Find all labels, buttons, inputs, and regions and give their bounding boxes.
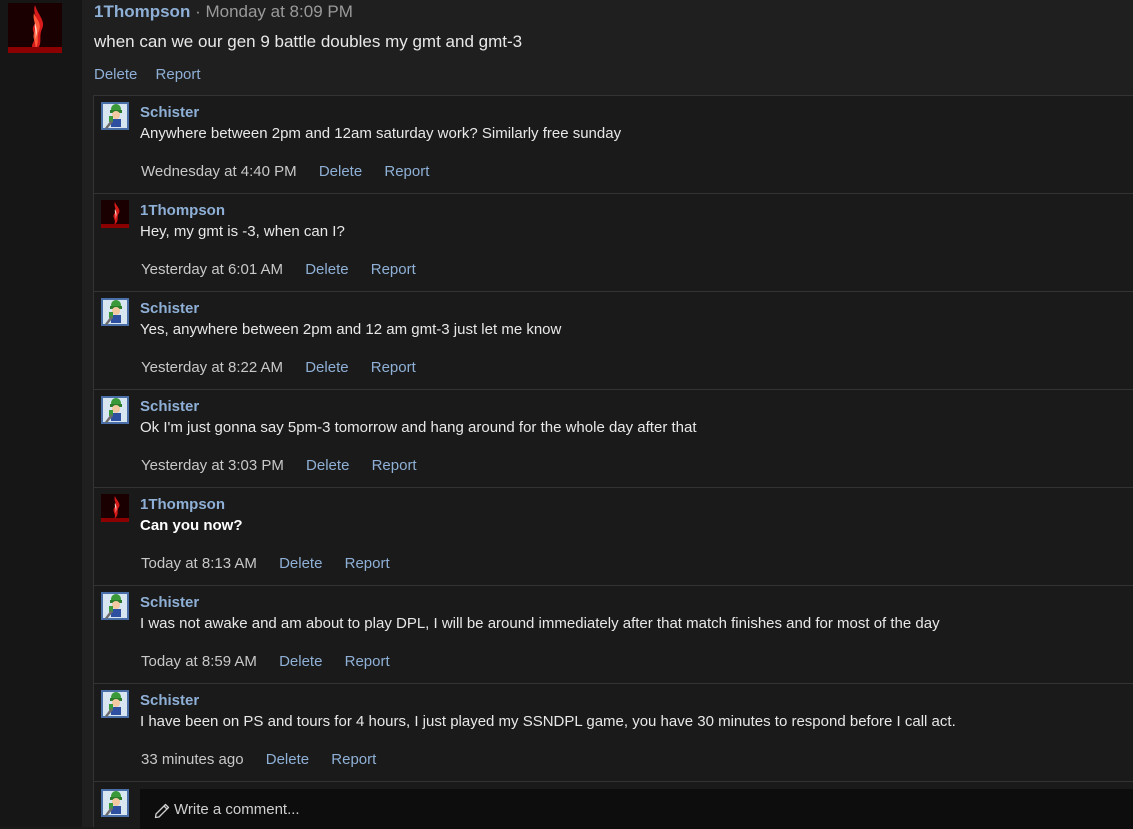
comment-report-link[interactable]: Report: [331, 751, 376, 768]
flame-avatar-icon: [8, 3, 62, 53]
comment-timestamp[interactable]: Wednesday at 4:40 PM: [141, 163, 297, 180]
comment-timestamp[interactable]: Today at 8:59 AM: [141, 653, 257, 670]
comment-meta: Yesterday at 8:22 AM Delete Report: [141, 359, 434, 376]
left-gutter: [0, 0, 82, 827]
comment-delete-link[interactable]: Delete: [319, 163, 362, 180]
comment-item: 1Thompson Hey, my gmt is -3, when can I?…: [94, 193, 1133, 291]
comment-avatar[interactable]: [101, 102, 129, 130]
comment-delete-link[interactable]: Delete: [305, 261, 348, 278]
comment-delete-link[interactable]: Delete: [305, 359, 348, 376]
comment-avatar[interactable]: [101, 690, 129, 718]
comment-list: Schister Anywhere between 2pm and 12am s…: [93, 95, 1133, 829]
comment-meta: Today at 8:13 AM Delete Report: [141, 555, 408, 572]
comment-text: I have been on PS and tours for 4 hours,…: [140, 713, 956, 730]
comment-avatar[interactable]: [101, 298, 129, 326]
comment-text: Ok I'm just gonna say 5pm-3 tomorrow and…: [140, 419, 697, 436]
comment-meta: Yesterday at 6:01 AM Delete Report: [141, 261, 434, 278]
comment-author[interactable]: Schister: [140, 398, 199, 415]
comment-item: Schister I was not awake and am about to…: [94, 585, 1133, 683]
comment-timestamp[interactable]: Yesterday at 3:03 PM: [141, 457, 284, 474]
comment-timestamp[interactable]: Yesterday at 8:22 AM: [141, 359, 283, 376]
comment-meta: Yesterday at 3:03 PM Delete Report: [141, 457, 435, 474]
comment-timestamp[interactable]: Yesterday at 6:01 AM: [141, 261, 283, 278]
comment-delete-link[interactable]: Delete: [306, 457, 349, 474]
post-delete-link[interactable]: Delete: [94, 66, 137, 83]
flame-avatar-icon: [101, 200, 129, 228]
comment-report-link[interactable]: Report: [345, 653, 390, 670]
comment-item: Schister Yes, anywhere between 2pm and 1…: [94, 291, 1133, 389]
post-timestamp[interactable]: Monday at 8:09 PM: [205, 2, 352, 21]
comment-text: Hey, my gmt is -3, when can I?: [140, 223, 345, 240]
post-report-link[interactable]: Report: [156, 66, 201, 83]
luigi-avatar-icon: [101, 592, 129, 620]
comment-delete-link[interactable]: Delete: [279, 653, 322, 670]
luigi-avatar-icon: [101, 298, 129, 326]
comment-author[interactable]: Schister: [140, 692, 199, 709]
comment-delete-link[interactable]: Delete: [279, 555, 322, 572]
comment-compose: [94, 781, 1133, 829]
post-actions: Delete Report: [94, 66, 215, 83]
flame-avatar-icon: [101, 494, 129, 522]
comment-text: Yes, anywhere between 2pm and 12 am gmt-…: [140, 321, 562, 338]
comment-item: Schister Anywhere between 2pm and 12am s…: [94, 95, 1133, 193]
comment-report-link[interactable]: Report: [384, 163, 429, 180]
luigi-avatar-icon: [101, 102, 129, 130]
comment-item: Schister Ok I'm just gonna say 5pm-3 tom…: [94, 389, 1133, 487]
comment-text: Can you now?: [140, 517, 243, 534]
comment-author[interactable]: 1Thompson: [140, 496, 225, 513]
comment-meta: 33 minutes ago Delete Report: [141, 751, 394, 768]
comment-text: Anywhere between 2pm and 12am saturday w…: [140, 125, 622, 142]
luigi-avatar-icon: [101, 789, 129, 817]
comment-item: Schister I have been on PS and tours for…: [94, 683, 1133, 781]
post-body: when can we our gen 9 battle doubles my …: [94, 32, 523, 51]
luigi-avatar-icon: [101, 690, 129, 718]
comment-author[interactable]: Schister: [140, 300, 199, 317]
post-author-name[interactable]: 1Thompson: [94, 2, 190, 21]
comment-report-link[interactable]: Report: [345, 555, 390, 572]
comment-avatar[interactable]: [101, 592, 129, 620]
pencil-icon: [154, 803, 170, 819]
post-header: 1Thompson · Monday at 8:09 PM: [94, 2, 353, 22]
comment-text: I was not awake and am about to play DPL…: [140, 615, 940, 632]
post-separator: ·: [190, 2, 206, 21]
comment-input[interactable]: [140, 789, 1133, 829]
comment-author[interactable]: Schister: [140, 104, 199, 121]
comment-meta: Wednesday at 4:40 PM Delete Report: [141, 163, 447, 180]
comment-report-link[interactable]: Report: [371, 359, 416, 376]
comment-meta: Today at 8:59 AM Delete Report: [141, 653, 408, 670]
comment-author[interactable]: 1Thompson: [140, 202, 225, 219]
author-avatar[interactable]: [8, 3, 62, 53]
comment-author[interactable]: Schister: [140, 594, 199, 611]
comment-avatar[interactable]: [101, 200, 129, 228]
comment-delete-link[interactable]: Delete: [266, 751, 309, 768]
comment-item: 1Thompson Can you now? Today at 8:13 AM …: [94, 487, 1133, 585]
comment-report-link[interactable]: Report: [371, 261, 416, 278]
comment-timestamp[interactable]: 33 minutes ago: [141, 751, 244, 768]
comment-report-link[interactable]: Report: [372, 457, 417, 474]
comment-avatar[interactable]: [101, 396, 129, 424]
luigi-avatar-icon: [101, 396, 129, 424]
comment-avatar[interactable]: [101, 494, 129, 522]
compose-avatar: [101, 789, 129, 817]
comment-timestamp[interactable]: Today at 8:13 AM: [141, 555, 257, 572]
